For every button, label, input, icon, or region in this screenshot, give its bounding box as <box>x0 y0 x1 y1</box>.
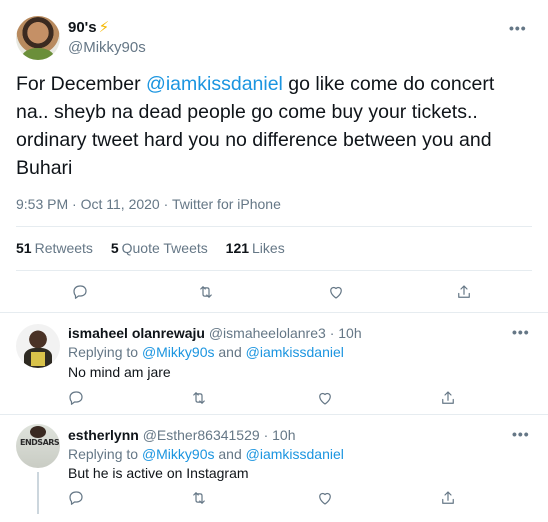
tweet-source[interactable]: Twitter for iPhone <box>172 196 281 212</box>
share-icon[interactable] <box>452 280 476 304</box>
reply-tweet[interactable]: ENDSARS estherlynn @Esther86341529 · 10h… <box>0 414 548 522</box>
more-options-icon[interactable]: ••• <box>509 20 527 36</box>
reply-author-name[interactable]: ismaheel olanrewaju <box>68 325 205 341</box>
mention-link[interactable]: @iamkissdaniel <box>246 446 344 462</box>
reply-icon[interactable] <box>64 486 88 510</box>
reply-author-line: ismaheel olanrewaju @ismaheelolanre3 · 1… <box>68 325 362 341</box>
avatar[interactable] <box>16 324 60 368</box>
author-display-name[interactable]: 90's <box>68 19 97 36</box>
quotes-stat[interactable]: 5 Quote Tweets <box>111 240 208 256</box>
mention-link[interactable]: @Mikky90s <box>142 344 215 360</box>
retweets-label: Retweets <box>34 240 93 256</box>
reply-author-name[interactable]: estherlynn <box>68 427 139 443</box>
avatar[interactable]: ENDSARS <box>16 424 60 468</box>
replying-and: and <box>214 446 246 462</box>
meta-separator: · <box>163 196 172 212</box>
main-action-bar <box>0 280 548 304</box>
lightning-emoji: ⚡ <box>98 19 110 36</box>
reply-author-line: estherlynn @Esther86341529 · 10h <box>68 427 295 443</box>
reply-text: No mind am jare <box>68 364 171 380</box>
like-icon[interactable] <box>324 280 348 304</box>
tweet-meta: 9:53 PM · Oct 11, 2020 · Twitter for iPh… <box>16 196 281 212</box>
reply-action-bar <box>0 386 548 410</box>
retweet-icon[interactable] <box>194 280 218 304</box>
reply-tweet[interactable]: ismaheel olanrewaju @ismaheelolanre3 · 1… <box>0 312 548 414</box>
avatar[interactable] <box>16 16 60 60</box>
reply-action-bar <box>0 486 548 510</box>
mention-link[interactable]: @iamkissdaniel <box>246 344 344 360</box>
author-name[interactable]: 90's ⚡ <box>68 18 109 36</box>
replying-to-label: Replying to <box>68 344 142 360</box>
reply-author-handle[interactable]: @ismaheelolanre3 <box>209 325 326 341</box>
share-icon[interactable] <box>436 386 460 410</box>
divider <box>16 270 532 271</box>
replying-to: Replying to @Mikky90s and @iamkissdaniel <box>68 344 344 360</box>
like-icon[interactable] <box>313 386 337 410</box>
tweet-text: For December @iamkissdaniel go like come… <box>16 70 532 182</box>
retweets-count: 51 <box>16 240 32 256</box>
reply-author-handle[interactable]: @Esther86341529 <box>143 427 260 443</box>
replying-and: and <box>214 344 246 360</box>
quotes-label: Quote Tweets <box>121 240 208 256</box>
meta-separator: · <box>72 196 81 212</box>
reply-icon[interactable] <box>64 386 88 410</box>
reply-text: But he is active on Instagram <box>68 465 249 481</box>
avatar-head <box>30 426 46 438</box>
mention-link[interactable]: @iamkissdaniel <box>146 73 283 95</box>
avatar-graphic: ENDSARS <box>20 438 60 447</box>
share-icon[interactable] <box>436 486 460 510</box>
quotes-count: 5 <box>110 240 119 256</box>
engagement-stats: 51 Retweets 5 Quote Tweets 121 Likes <box>16 240 299 256</box>
meta-separator: · <box>263 427 273 443</box>
retweets-stat[interactable]: 51 Retweets <box>16 240 93 256</box>
tweet-date[interactable]: Oct 11, 2020 <box>81 196 160 212</box>
likes-label: Likes <box>252 240 285 256</box>
replying-to-label: Replying to <box>68 446 142 462</box>
tweet-time[interactable]: 9:53 PM <box>16 196 68 212</box>
divider <box>16 226 532 227</box>
meta-separator: · <box>329 325 339 341</box>
mention-link[interactable]: @Mikky90s <box>142 446 215 462</box>
reply-time[interactable]: 10h <box>338 325 361 341</box>
likes-stat[interactable]: 121 Likes <box>226 240 285 256</box>
reply-icon[interactable] <box>68 280 92 304</box>
like-icon[interactable] <box>313 486 337 510</box>
reply-time[interactable]: 10h <box>272 427 295 443</box>
avatar-shirt <box>31 352 45 366</box>
retweet-icon[interactable] <box>187 486 211 510</box>
replying-to: Replying to @Mikky90s and @iamkissdaniel <box>68 446 344 462</box>
main-tweet-header: 90's ⚡ @Mikky90s ••• <box>16 12 532 62</box>
retweet-icon[interactable] <box>187 386 211 410</box>
more-options-icon[interactable]: ••• <box>512 426 530 442</box>
likes-count: 121 <box>225 240 250 256</box>
author-handle[interactable]: @Mikky90s <box>68 39 146 56</box>
tweet-text-part: For December <box>16 73 147 95</box>
more-options-icon[interactable]: ••• <box>512 324 530 340</box>
